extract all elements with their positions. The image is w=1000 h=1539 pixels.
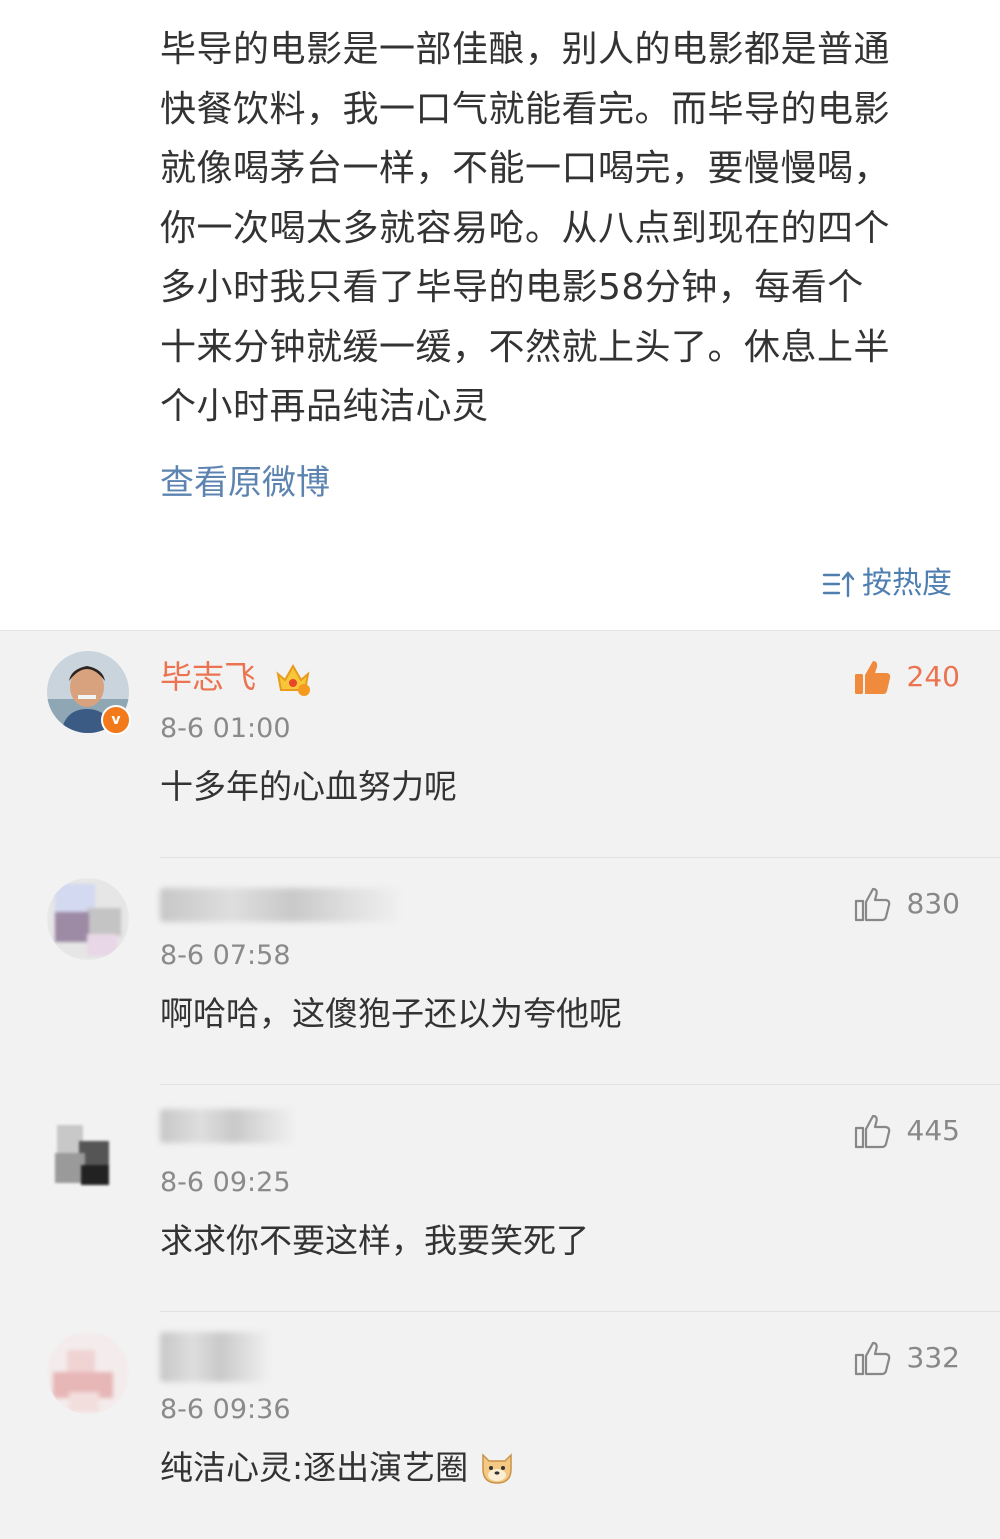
comment-item: 8-6 09:36 纯洁心灵:逐出演艺圈 332 bbox=[0, 1312, 1000, 1539]
comment-author[interactable] bbox=[160, 888, 400, 922]
avatar[interactable] bbox=[47, 1105, 129, 1187]
avatar[interactable] bbox=[47, 878, 129, 960]
avatar-image bbox=[47, 1105, 129, 1187]
verified-badge-icon: v bbox=[101, 705, 131, 735]
post-line: 你一次喝太多就容易呛。从八点到现在的四个 bbox=[160, 207, 891, 249]
like-count: 240 bbox=[906, 660, 960, 693]
avatar-image bbox=[47, 1332, 129, 1414]
comment-text: 求求你不要这样，我要笑死了 bbox=[160, 1221, 589, 1260]
doge-emoji bbox=[481, 1453, 512, 1484]
like-button[interactable]: 445 bbox=[853, 1111, 960, 1151]
thumbs-up-icon bbox=[854, 1341, 890, 1376]
comment-item: 8-6 09:25 求求你不要这样，我要笑死了 445 bbox=[0, 1085, 1000, 1312]
avatar[interactable]: v bbox=[47, 651, 131, 735]
post-line: 毕导的电影是一部佳酿，别人的电影都是普通 bbox=[160, 29, 891, 70]
post-section: 毕导的电影是一部佳酿，别人的电影都是普通 快餐饮料，我一口气就能看完。而毕导的电… bbox=[0, 0, 1000, 630]
sort-by-hot-button[interactable]: 按热度 bbox=[822, 562, 952, 606]
like-count: 445 bbox=[906, 1114, 960, 1147]
comment-text: 十多年的心血努力呢 bbox=[160, 767, 457, 806]
comment-time: 8-6 09:25 bbox=[160, 1167, 291, 1198]
like-button[interactable]: 240 bbox=[853, 657, 960, 697]
post-line: 十来分钟就缓一缓，不然就上头了。休息上半 bbox=[160, 326, 891, 368]
thumbs-up-icon bbox=[854, 887, 890, 922]
like-button[interactable]: 830 bbox=[853, 884, 960, 924]
comment-item: 8-6 07:58 啊哈哈，这傻狍子还以为夸他呢 830 bbox=[0, 858, 1000, 1085]
author-name: 毕志飞 bbox=[160, 658, 257, 696]
vip-crown-icon bbox=[276, 663, 311, 696]
comment-author[interactable]: 毕志飞 bbox=[160, 655, 312, 699]
comment-item: v 毕志飞 8-6 01:00 十多年的心血努力呢 240 bbox=[0, 631, 1000, 858]
comment-time: 8-6 01:00 bbox=[160, 713, 291, 744]
avatar-image bbox=[47, 878, 129, 960]
thumbs-up-icon bbox=[854, 661, 890, 694]
post-line: 多小时我只看了毕导的电影58分钟，每看个 bbox=[160, 267, 864, 308]
comment-text: 纯洁心灵:逐出演艺圈 bbox=[160, 1444, 515, 1492]
comment-text-content: 纯洁心灵:逐出演艺圈 bbox=[160, 1448, 469, 1487]
comment-author[interactable] bbox=[160, 1332, 270, 1382]
post-body: 毕导的电影是一部佳酿，别人的电影都是普通 快餐饮料，我一口气就能看完。而毕导的电… bbox=[160, 20, 975, 437]
like-button[interactable]: 332 bbox=[853, 1338, 960, 1378]
thumbs-up-icon bbox=[854, 1114, 890, 1149]
like-count: 332 bbox=[906, 1341, 960, 1374]
view-original-link[interactable]: 查看原微博 bbox=[160, 458, 330, 508]
post-line: 个小时再品纯洁心灵 bbox=[160, 386, 489, 427]
post-line: 就像喝茅台一样，不能一口喝完，要慢慢喝， bbox=[160, 148, 891, 189]
like-count: 830 bbox=[906, 887, 960, 920]
comment-author[interactable] bbox=[160, 1109, 295, 1143]
avatar[interactable] bbox=[47, 1332, 129, 1414]
post-line: 快餐饮料，我一口气就能看完。而毕导的电影 bbox=[160, 88, 891, 130]
sort-icon bbox=[822, 571, 855, 598]
comment-time: 8-6 07:58 bbox=[160, 940, 291, 971]
comment-time: 8-6 09:36 bbox=[160, 1394, 291, 1425]
comment-text: 啊哈哈，这傻狍子还以为夸他呢 bbox=[160, 994, 622, 1033]
sort-label: 按热度 bbox=[862, 566, 952, 601]
